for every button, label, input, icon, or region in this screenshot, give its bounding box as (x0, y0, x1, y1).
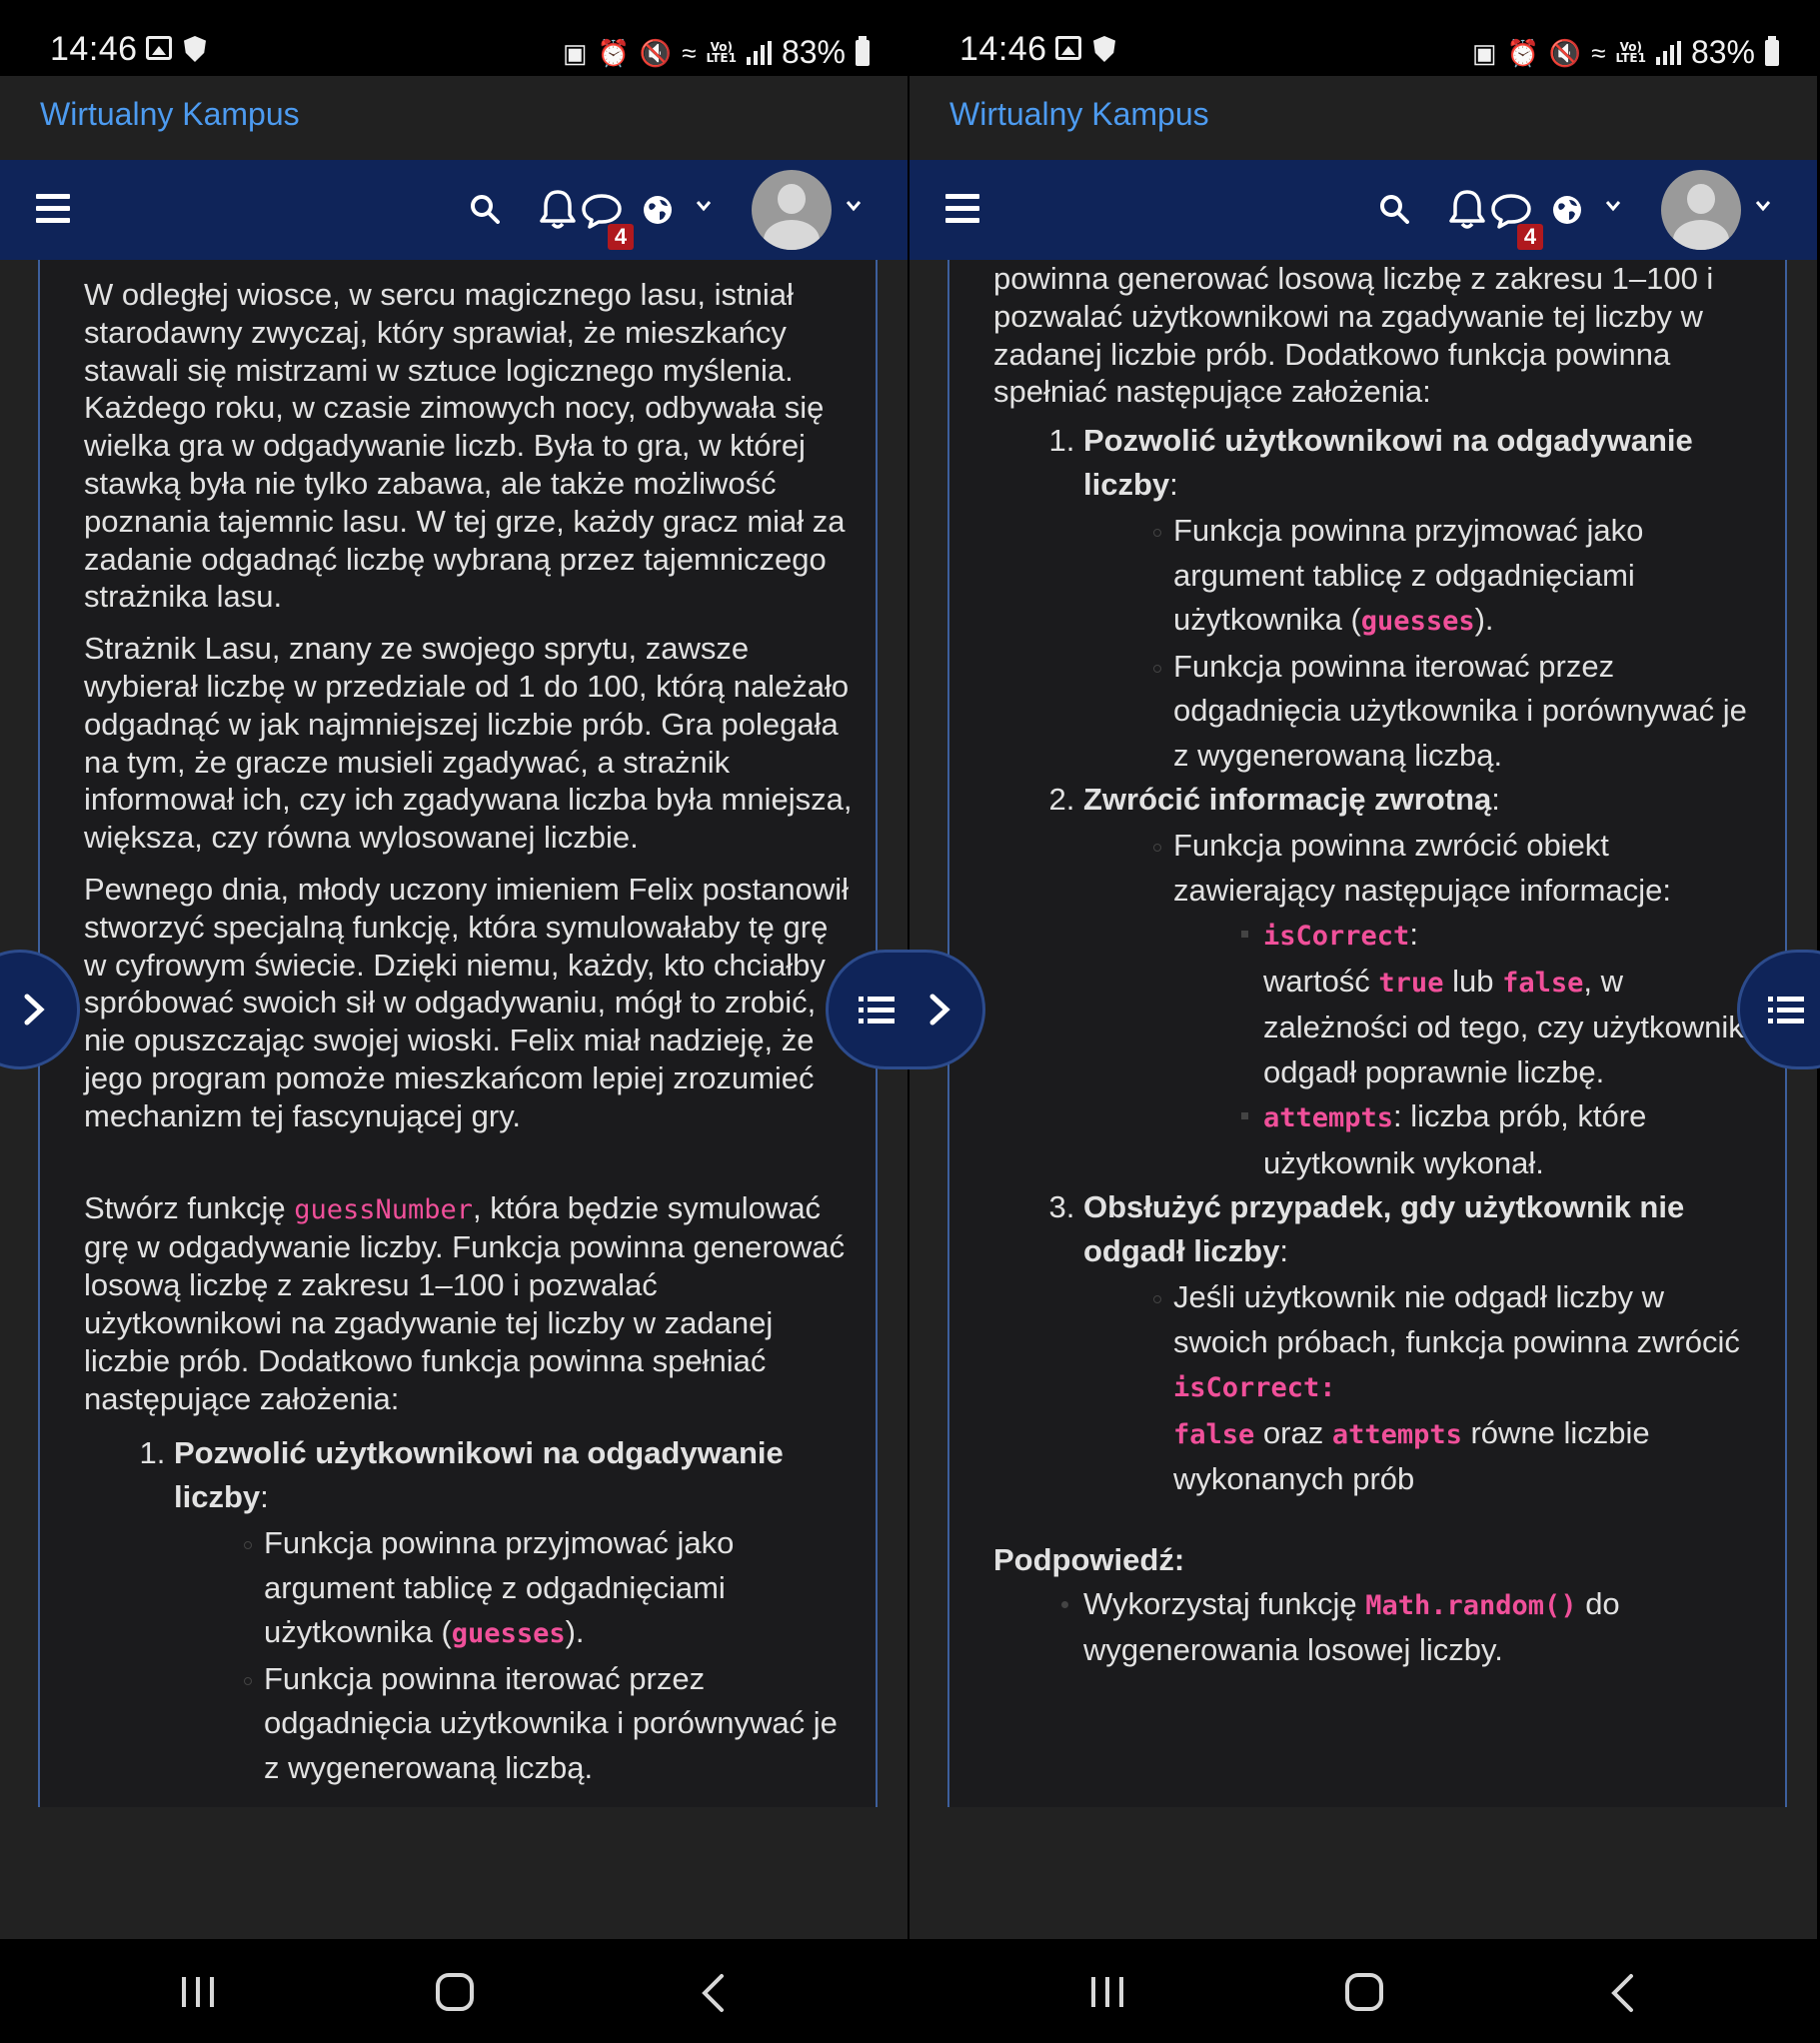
message-badge: 4 (1517, 224, 1543, 250)
back-icon[interactable] (700, 1973, 726, 2013)
story-paragraph-1: W odległej wiosce, w sercu magicznego la… (84, 277, 846, 615)
list-icon (859, 997, 895, 1023)
list-item: Funkcja powinna zwrócić obiekt zawierają… (1153, 824, 1763, 1185)
chevron-right-icon (929, 994, 950, 1025)
requirements-list: Pozwolić użytkownikowi na odgadywanie li… (993, 419, 1763, 1502)
function-name-code: guessNumber (294, 1193, 474, 1225)
list-item: Zwrócić informację zwrotną: Funkcja powi… (1083, 778, 1763, 1185)
avatar[interactable] (1661, 170, 1741, 250)
content-area: W odległej wiosce, w sercu magicznego la… (0, 260, 908, 1939)
chevron-right-icon (24, 994, 45, 1025)
bell-icon[interactable] (538, 188, 578, 230)
site-header: Wirtualny Kampus (910, 76, 1817, 160)
hint-title: Podpowiedź: (993, 1541, 1185, 1577)
requirement-title: Zwrócić informację zwrotną (1083, 782, 1492, 818)
globe-icon[interactable] (1551, 194, 1583, 226)
status-bar: 14:46 ▣ ⏰ 🔇 ≈ Vo) LTE1 83% (0, 0, 908, 76)
battery-percent: 83% (1690, 34, 1755, 70)
signal-icon (746, 40, 772, 65)
search-icon[interactable] (470, 194, 500, 224)
chevron-down-icon[interactable] (696, 198, 712, 214)
recents-icon[interactable] (178, 1975, 218, 2009)
search-icon[interactable] (1379, 194, 1409, 224)
battery-percent: 83% (781, 34, 846, 70)
site-name-link[interactable]: Wirtualny Kampus (949, 96, 1209, 133)
android-nav-bar (910, 1939, 1817, 2043)
shield-notification-icon (184, 36, 206, 62)
story-paragraph-3: Pewnego dnia, młody uczony imieniem Feli… (84, 871, 850, 1133)
list-item: Jeśli użytkownik nie odgadł liczby w swo… (1153, 1275, 1763, 1502)
navbar: 4 (0, 160, 908, 260)
site-header: Wirtualny Kampus (0, 76, 908, 160)
left-screen: 14:46 ▣ ⏰ 🔇 ≈ Vo) LTE1 83% Wirtualny Kamp… (0, 0, 908, 2043)
status-time: 14:46 (50, 30, 138, 68)
content-area: powinna generować losową liczbę z zakres… (910, 260, 1817, 1939)
list-item: isCorrect: wartość true lub false, w zale… (1241, 913, 1763, 1094)
site-name-link[interactable]: Wirtualny Kampus (40, 96, 300, 133)
chevron-down-icon[interactable] (1605, 198, 1621, 214)
home-icon[interactable] (436, 1973, 474, 2011)
mute-icon: 🔇 (639, 37, 673, 68)
requirements-list: Pozwolić użytkownikowi na odgadywanie li… (84, 1431, 854, 1790)
task-card: W odległej wiosce, w sercu magicznego la… (38, 260, 878, 1807)
menu-icon[interactable] (945, 194, 979, 224)
right-screen: 14:46 ▣ ⏰ 🔇 ≈ Vo) LTE1 83% Wirtualny Kamp… (910, 0, 1817, 2043)
task-description: powinna generować losową liczbę z zakres… (993, 260, 1763, 1673)
block-drawer-toggle[interactable] (826, 950, 985, 1069)
shield-notification-icon (1093, 36, 1115, 62)
wifi-icon: ≈ (1591, 37, 1606, 68)
battery-icon (1765, 35, 1779, 66)
requirement-title: Obsłużyć przypadek, gdy użytkownik nie o… (1083, 1189, 1685, 1269)
volte-icon: Vo) LTE1 (1615, 39, 1646, 65)
battery-icon (856, 35, 870, 66)
task-paragraph: powinna generować losową liczbę z zakres… (993, 261, 1714, 410)
navbar: 4 (910, 160, 1817, 260)
list-item: Funkcja powinna iterować przez odgadnięc… (244, 1657, 854, 1791)
android-nav-bar (0, 1939, 908, 2043)
chevron-down-icon[interactable] (846, 198, 862, 214)
task-paragraph: Stwórz funkcję guessNumber, która będzie… (84, 1189, 846, 1416)
status-bar: 14:46 ▣ ⏰ 🔇 ≈ Vo) LTE1 83% (910, 0, 1817, 76)
avatar[interactable] (752, 170, 832, 250)
wifi-icon: ≈ (682, 37, 697, 68)
list-item: Funkcja powinna przyjmować jako argument… (244, 1521, 854, 1657)
chevron-down-icon[interactable] (1755, 198, 1771, 214)
lock-icon: ▣ (562, 37, 588, 68)
message-badge: 4 (608, 224, 634, 250)
bell-icon[interactable] (1447, 188, 1487, 230)
volte-icon: Vo) LTE1 (706, 39, 737, 65)
menu-icon[interactable] (36, 194, 70, 224)
recents-icon[interactable] (1087, 1975, 1127, 2009)
signal-icon (1655, 40, 1681, 65)
hint-list: Wykorzystaj funkcję Math.random() do wyg… (993, 1582, 1763, 1673)
gallery-notification-icon (146, 36, 172, 60)
alarm-icon: ⏰ (597, 37, 630, 68)
list-item: Pozwolić użytkownikowi na odgadywanie li… (174, 1431, 854, 1790)
list-item: Funkcja powinna iterować przez odgadnięc… (1153, 645, 1763, 779)
globe-icon[interactable] (642, 194, 674, 226)
list-icon (1768, 997, 1804, 1023)
list-item: attempts: liczba prób, które użytkownik … (1241, 1094, 1763, 1185)
mute-icon: 🔇 (1548, 37, 1582, 68)
list-item: Funkcja powinna przyjmować jako argument… (1153, 509, 1763, 645)
task-card: powinna generować losową liczbę z zakres… (947, 260, 1787, 1807)
alarm-icon: ⏰ (1506, 37, 1539, 68)
story-paragraph-2: Strażnik Lasu, znany ze swojego sprytu, … (84, 631, 853, 856)
list-item: Pozwolić użytkownikowi na odgadywanie li… (1083, 419, 1763, 778)
home-icon[interactable] (1345, 1973, 1383, 2011)
status-time: 14:46 (959, 30, 1047, 68)
lock-icon: ▣ (1471, 37, 1497, 68)
back-icon[interactable] (1609, 1973, 1635, 2013)
gallery-notification-icon (1055, 36, 1081, 60)
task-description: W odległej wiosce, w sercu magicznego la… (84, 276, 854, 1790)
list-item: Obsłużyć przypadek, gdy użytkownik nie o… (1083, 1185, 1763, 1502)
list-item: Wykorzystaj funkcję Math.random() do wyg… (1061, 1582, 1763, 1673)
